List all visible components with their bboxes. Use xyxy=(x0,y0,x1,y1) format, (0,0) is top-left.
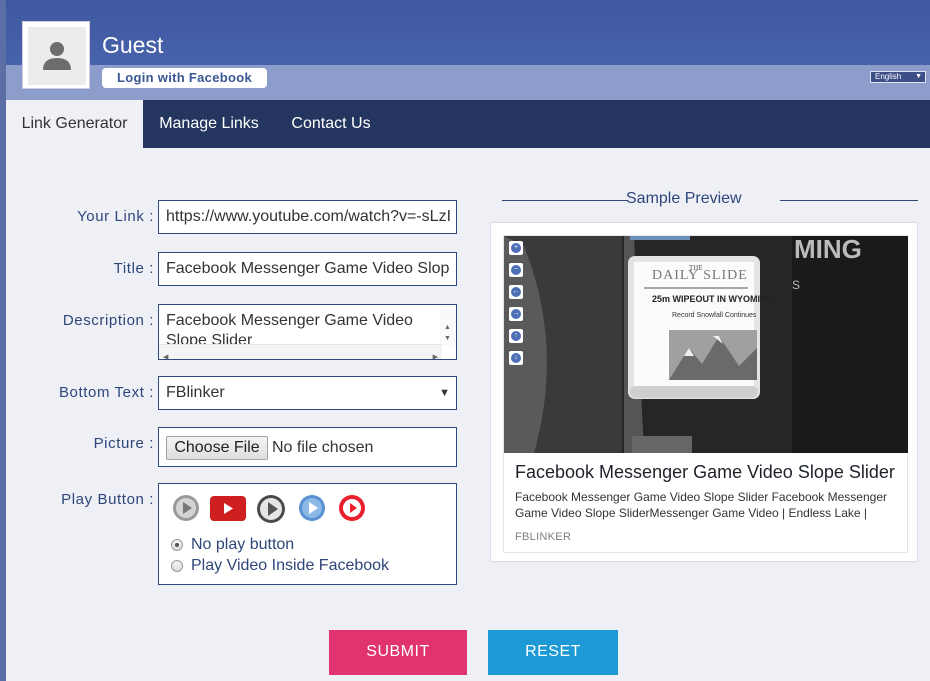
avatar xyxy=(22,21,90,89)
link-generator-panel: Your Link : https://www.youtube.com/watc… xyxy=(6,148,930,681)
login-with-facebook-button[interactable]: Login with Facebook xyxy=(102,68,267,88)
preview-card: THE DAILY SLIDE 25m WIPEOUT IN WYOMING R… xyxy=(490,222,918,562)
zoom-out-icon[interactable]: − xyxy=(509,263,523,277)
picture-file-input: Choose File No file chosen xyxy=(158,427,457,467)
dark-circle-play-icon[interactable] xyxy=(256,494,286,529)
tab-contact-us[interactable]: Contact Us xyxy=(275,100,387,148)
youtube-play-icon[interactable] xyxy=(210,496,246,526)
sample-preview-heading: Sample Preview xyxy=(626,190,742,207)
bottom-text-value: FBlinker xyxy=(166,384,225,401)
background-title-text: MING xyxy=(794,236,862,264)
description-textarea[interactable]: Facebook Messenger Game Video Slope Slid… xyxy=(158,304,457,360)
bottom-text-label: Bottom Text : xyxy=(58,384,154,401)
facebook-post-preview: THE DAILY SLIDE 25m WIPEOUT IN WYOMING R… xyxy=(503,235,908,553)
file-status: No file chosen xyxy=(272,439,374,456)
radio-icon[interactable] xyxy=(171,560,183,572)
reset-button[interactable]: RESET xyxy=(488,630,618,675)
preview-description: Facebook Messenger Game Video Slope Slid… xyxy=(515,490,887,520)
play-button-options: No play button Play Video Inside Faceboo… xyxy=(158,483,457,585)
picture-label: Picture : xyxy=(93,435,154,452)
gray-circle-play-icon[interactable] xyxy=(172,494,200,527)
zoom-in-icon[interactable]: + xyxy=(509,241,523,255)
scroll-left-icon[interactable]: ◀ xyxy=(163,348,168,359)
submit-button[interactable]: SUBMIT xyxy=(329,630,467,675)
newspaper-headline: 25m WIPEOUT IN WYOMING xyxy=(652,294,774,304)
newspaper-subhead: Record Snowfall Continues xyxy=(672,312,757,319)
preview-domain: FBLINKER xyxy=(515,531,572,543)
divider-left xyxy=(502,200,627,201)
background-title-text-2: S xyxy=(792,278,801,292)
language-value: English xyxy=(875,72,902,81)
scroll-right-icon[interactable]: ▶ xyxy=(433,348,438,359)
arrow-down-icon[interactable]: ↓ xyxy=(509,351,523,365)
radio-label: No play button xyxy=(191,536,295,553)
tab-manage-links[interactable]: Manage Links xyxy=(143,100,275,148)
title-input[interactable]: Facebook Messenger Game Video Slop xyxy=(158,252,457,286)
dropdown-arrow-icon: ▼ xyxy=(915,73,922,80)
description-vertical-scrollbar[interactable]: ▲ ▼ xyxy=(440,305,456,345)
preview-image: THE DAILY SLIDE 25m WIPEOUT IN WYOMING R… xyxy=(504,236,908,453)
description-horizontal-scrollbar[interactable]: ◀ ▶ xyxy=(159,344,442,359)
newspaper-masthead: DAILY SLIDE xyxy=(652,268,748,283)
title-label: Title : xyxy=(113,260,154,277)
arrow-right-icon[interactable]: → xyxy=(509,307,523,321)
tab-link-generator[interactable]: Link Generator xyxy=(6,100,143,148)
bottom-text-select[interactable]: FBlinker ▼ xyxy=(158,376,457,410)
header: Guest Login with Facebook English ▼ xyxy=(6,0,930,100)
user-name: Guest xyxy=(102,32,164,58)
play-button-label: Play Button : xyxy=(61,491,154,508)
description-label: Description : xyxy=(62,312,154,329)
select-arrow-icon: ▼ xyxy=(439,387,450,399)
arrow-left-icon[interactable]: ← xyxy=(509,285,523,299)
arrow-up-icon[interactable]: ↑ xyxy=(509,329,523,343)
preview-headline: Facebook Messenger Game Video Slope Slid… xyxy=(515,462,895,482)
main-nav: Link Generator Manage Links Contact Us xyxy=(6,100,930,148)
scroll-down-icon[interactable]: ▼ xyxy=(444,329,451,349)
default-user-icon xyxy=(28,27,86,85)
red-circle-play-icon[interactable] xyxy=(338,494,366,527)
choose-file-button[interactable]: Choose File xyxy=(166,436,268,460)
blue-circle-play-icon[interactable] xyxy=(298,494,326,527)
radio-icon[interactable] xyxy=(171,539,183,551)
language-select[interactable]: English ▼ xyxy=(870,71,926,83)
your-link-label: Your Link : xyxy=(77,208,154,225)
your-link-input[interactable]: https://www.youtube.com/watch?v=-sLzI xyxy=(158,200,457,234)
divider-right xyxy=(780,200,918,201)
radio-label: Play Video Inside Facebook xyxy=(191,557,390,574)
